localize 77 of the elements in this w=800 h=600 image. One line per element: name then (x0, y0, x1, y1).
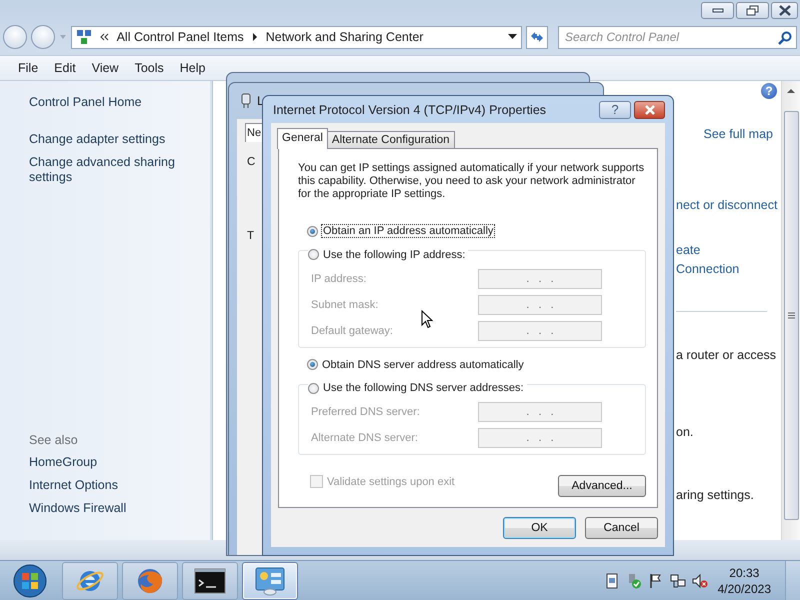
field-label: Preferred DNS server: (311, 406, 420, 418)
link[interactable]: nect or disconnect (676, 196, 781, 215)
label: C (247, 156, 256, 168)
field-label: Alternate DNS server: (311, 432, 418, 444)
control-panel-icon (254, 566, 286, 596)
field-label: Default gateway: (311, 324, 393, 336)
help-button[interactable]: ? (599, 100, 631, 118)
close-button[interactable] (634, 100, 665, 118)
advanced-button[interactable]: Advanced... (558, 475, 646, 497)
link[interactable]: eate (676, 241, 781, 260)
flag-icon[interactable] (648, 572, 664, 588)
tab[interactable]: General (277, 128, 328, 149)
taskbar-button[interactable] (182, 562, 238, 600)
radio-label[interactable]: Use the following DNS server addresses: (323, 382, 524, 394)
link[interactable]: See full map (676, 125, 781, 144)
refresh-button[interactable] (526, 26, 548, 48)
radio-button[interactable] (307, 359, 318, 370)
radio-label[interactable]: Obtain an IP address automatically (322, 225, 494, 237)
dialog-button[interactable]: OK (503, 517, 576, 539)
sidebar-link[interactable]: Internet Options (29, 478, 210, 493)
close-icon (644, 104, 656, 114)
restore-icon (746, 5, 760, 16)
breadcrumb-arrow-icon[interactable] (252, 33, 258, 41)
speaker-muted-icon[interactable] (692, 572, 708, 588)
menu-item[interactable]: View (84, 59, 127, 77)
minimize-button[interactable] (701, 2, 734, 19)
text: on. (676, 424, 694, 441)
menu-item[interactable]: File (10, 59, 46, 77)
sidebar-link[interactable]: Change advanced sharing settings (29, 155, 210, 185)
scroll-thumb[interactable] (784, 111, 798, 520)
search-icon[interactable] (778, 30, 792, 44)
field-label: IP address: (311, 272, 366, 284)
dialog-button[interactable]: Cancel (585, 517, 658, 539)
document-icon[interactable] (604, 572, 620, 588)
search-field[interactable]: Search Control Panel (558, 26, 797, 48)
tab[interactable]: Alternate Configuration (326, 131, 455, 148)
sidebar-link[interactable]: Change adapter settings (29, 132, 210, 147)
restore-button[interactable] (736, 2, 769, 19)
close-button[interactable] (771, 2, 798, 19)
clock-time[interactable]: 20:33 (729, 564, 760, 580)
scrollbar[interactable] (781, 81, 800, 540)
grip-icon (788, 312, 794, 319)
sidebar-link[interactable]: Windows Firewall (29, 501, 210, 516)
terminal-icon (194, 568, 226, 594)
chevron-icon[interactable] (100, 33, 109, 41)
text: a router or access (676, 347, 778, 364)
menu-item[interactable]: Edit (46, 59, 84, 77)
menu-item[interactable]: Tools (126, 59, 172, 77)
network-adapter-icon (241, 93, 251, 109)
forward-button[interactable] (30, 25, 55, 49)
refresh-icon (530, 31, 544, 43)
link[interactable]: Connection (676, 260, 781, 279)
menu-item[interactable]: Help (172, 59, 214, 77)
address-bar[interactable]: All Control Panel Items Network and Sharing Center (70, 26, 522, 48)
back-button[interactable] (3, 25, 27, 49)
radio-label[interactable]: Obtain DNS server address automatically (322, 358, 524, 370)
label: T (247, 230, 254, 242)
breadcrumb-item[interactable]: Network and Sharing Center (266, 30, 424, 44)
dialog-title: Internet Protocol Version 4 (TCP/IPv4) Properties (273, 102, 548, 116)
mouse-cursor-icon (421, 310, 433, 329)
tab[interactable]: Ne (245, 123, 264, 142)
sidebar-link[interactable]: HomeGroup (29, 455, 210, 470)
intro-text: You can get IP settings assigned automatically if your network supports this capability. Otherwise, you need to ask your network administrator for the appropriate IP settings. (298, 162, 646, 201)
dropdown-arrow-icon[interactable] (508, 34, 518, 40)
control-panel-icon (76, 29, 92, 45)
breadcrumb-item[interactable]: All Control Panel Items (116, 30, 244, 44)
radio-button[interactable] (308, 382, 319, 394)
field-label: Subnet mask: (311, 298, 378, 310)
sidebar-link[interactable]: Control Panel Home (29, 95, 210, 110)
network-icon[interactable] (670, 572, 686, 588)
radio-button[interactable] (308, 249, 319, 260)
close-icon (778, 5, 792, 16)
radio-button[interactable] (307, 226, 318, 236)
radio-label[interactable]: Use the following IP address: (323, 248, 466, 260)
section-heading: See also (29, 433, 79, 447)
text: aring settings. (676, 487, 755, 504)
clock-date[interactable]: 4/20/2023 (718, 580, 771, 596)
